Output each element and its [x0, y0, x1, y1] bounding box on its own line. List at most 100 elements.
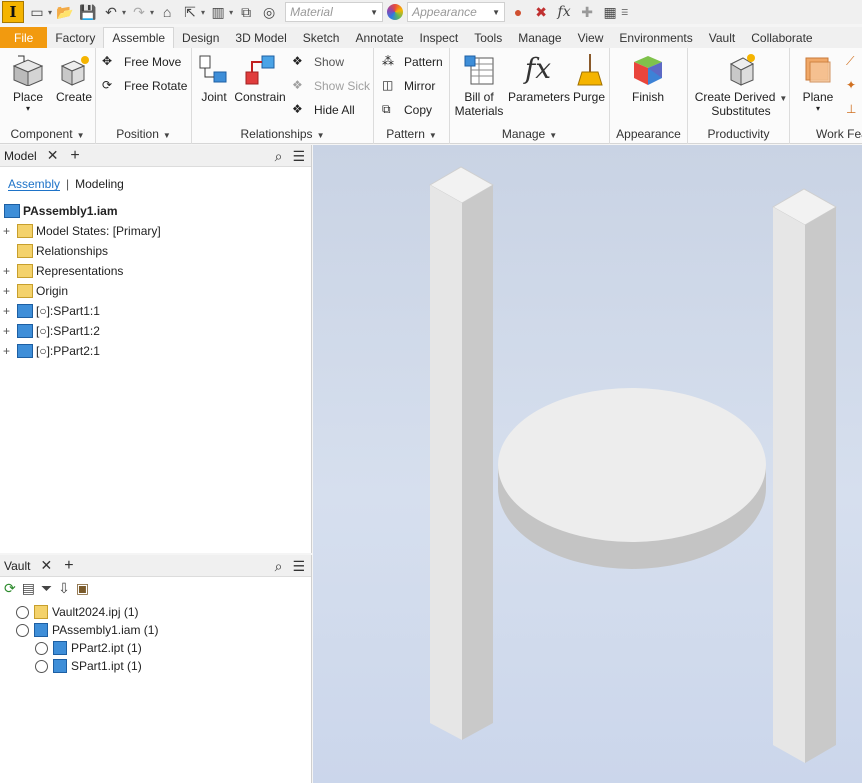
- add-browser-icon[interactable]: +: [70, 147, 79, 165]
- joint-button[interactable]: Joint: [196, 52, 232, 104]
- point-button[interactable]: ✦: [846, 76, 862, 96]
- expand-icon[interactable]: +: [3, 264, 13, 278]
- part-spart1-1[interactable]: [428, 166, 495, 740]
- tab-tools[interactable]: Tools: [466, 27, 510, 48]
- tab-file[interactable]: File: [0, 27, 48, 48]
- tab-sketch[interactable]: Sketch: [295, 27, 348, 48]
- refresh-icon[interactable]: ⟳: [4, 580, 16, 597]
- 3d-viewport[interactable]: [313, 145, 862, 783]
- pattern-panel-title[interactable]: Pattern ▼: [374, 127, 449, 141]
- hide-all-button[interactable]: ❖ Hide All: [292, 100, 355, 120]
- measure-icon[interactable]: ⧉: [236, 2, 256, 22]
- tab-inspect[interactable]: Inspect: [412, 27, 467, 48]
- undo-dropdown-icon[interactable]: ▾: [122, 8, 126, 17]
- customize-dropdown-icon[interactable]: ☰: [621, 8, 628, 17]
- model-tab-label[interactable]: Model: [4, 149, 37, 163]
- home-icon[interactable]: ⌂: [157, 2, 177, 22]
- tree-item-spart1-1[interactable]: + [○]:SPart1:1: [0, 301, 100, 321]
- redo-icon[interactable]: ↷: [129, 2, 149, 22]
- tree-item-relationships[interactable]: Relationships: [0, 241, 108, 261]
- save-icon[interactable]: 💾: [78, 2, 98, 22]
- tab-assemble[interactable]: Assemble: [103, 27, 175, 48]
- close-icon[interactable]: ✕: [47, 147, 59, 164]
- close-icon[interactable]: ✕: [40, 557, 52, 574]
- tree-item-model-states[interactable]: + Model States: [Primary]: [0, 221, 161, 241]
- component-panel-title[interactable]: Component ▼: [0, 127, 95, 141]
- search-icon[interactable]: ⌕: [275, 148, 283, 165]
- update-icon[interactable]: ▥: [208, 2, 228, 22]
- free-move-button[interactable]: ✥ Free Move: [102, 52, 181, 72]
- vault-list-icon[interactable]: ▤: [22, 580, 35, 597]
- ucs-button[interactable]: ⊥: [846, 100, 862, 120]
- fx-parameters-icon[interactable]: fx: [554, 2, 574, 22]
- bill-of-materials-button[interactable]: Bill of Materials: [454, 52, 504, 118]
- pattern-button[interactable]: ⁂ Pattern: [382, 52, 443, 72]
- update-dropdown-icon[interactable]: ▾: [229, 8, 233, 17]
- free-rotate-button[interactable]: ⟳ Free Rotate: [102, 76, 187, 96]
- plus-icon[interactable]: ✚: [577, 2, 597, 22]
- tab-3d-model[interactable]: 3D Model: [227, 27, 294, 48]
- menu-icon[interactable]: ☰: [292, 558, 305, 575]
- purge-button[interactable]: Purge: [572, 52, 606, 104]
- part-ppart2-1[interactable]: [498, 388, 766, 569]
- place-button[interactable]: Place ▾: [6, 52, 50, 113]
- axis-button[interactable]: ⟋: [846, 52, 862, 72]
- adjust-appearance-icon[interactable]: ●: [508, 2, 528, 22]
- filter-icon[interactable]: ⏷: [41, 580, 52, 597]
- expand-icon[interactable]: +: [3, 304, 13, 318]
- check-in-icon[interactable]: ⇩: [58, 580, 70, 597]
- tree-item-spart1-2[interactable]: + [○]:SPart1:2: [0, 321, 100, 341]
- undo-icon[interactable]: ↶: [101, 2, 121, 22]
- expand-icon[interactable]: +: [3, 284, 13, 298]
- redo-dropdown-icon[interactable]: ▾: [150, 8, 154, 17]
- select-dropdown-icon[interactable]: ▾: [201, 8, 205, 17]
- copy-button[interactable]: ⧉ Copy: [382, 100, 432, 120]
- search-icon[interactable]: ⌕: [275, 558, 283, 575]
- relationships-panel-title[interactable]: Relationships ▼: [192, 127, 373, 141]
- tree-item-ppart2-1[interactable]: + [○]:PPart2:1: [0, 341, 100, 361]
- position-panel-title[interactable]: Position ▼: [96, 127, 191, 141]
- new-dropdown-icon[interactable]: ▾: [48, 8, 52, 17]
- tree-item-origin[interactable]: + Origin: [0, 281, 68, 301]
- vault-item-ppart2[interactable]: PPart2.ipt (1): [35, 639, 142, 657]
- tab-factory[interactable]: Factory: [47, 27, 103, 48]
- tab-view[interactable]: View: [570, 27, 612, 48]
- vault-tab-label[interactable]: Vault: [4, 559, 30, 573]
- select-icon[interactable]: ⇱: [180, 2, 200, 22]
- show-button[interactable]: ❖ Show: [292, 52, 344, 72]
- mirror-button[interactable]: ◫ Mirror: [382, 76, 435, 96]
- tab-collaborate[interactable]: Collaborate: [743, 27, 820, 48]
- new-file-icon[interactable]: ▭: [27, 2, 47, 22]
- add-browser-icon[interactable]: +: [64, 557, 73, 575]
- create-derived-substitutes-button[interactable]: Create Derived ▼ Substitutes: [694, 52, 788, 118]
- vault-item-spart1[interactable]: SPart1.ipt (1): [35, 657, 142, 675]
- parameters-button[interactable]: fx Parameters: [508, 52, 570, 104]
- clipboard-icon[interactable]: ▣: [76, 580, 89, 597]
- clear-appearance-icon[interactable]: ✖: [531, 2, 551, 22]
- tree-item-assembly-root[interactable]: PAssembly1.iam: [0, 201, 118, 221]
- inventor-logo-icon[interactable]: I: [2, 1, 24, 23]
- tab-annotate[interactable]: Annotate: [347, 27, 411, 48]
- part-spart1-2[interactable]: [771, 188, 838, 763]
- vault-item-project[interactable]: Vault2024.ipj (1): [16, 603, 139, 621]
- material-dropdown[interactable]: Material ▼: [285, 2, 384, 22]
- open-folder-icon[interactable]: 📂: [55, 2, 75, 22]
- tab-environments[interactable]: Environments: [611, 27, 700, 48]
- tab-design[interactable]: Design: [174, 27, 227, 48]
- show-sick-button[interactable]: ❖ Show Sick: [292, 76, 370, 96]
- appearance-color-icon[interactable]: [387, 4, 404, 20]
- expand-icon[interactable]: +: [3, 324, 13, 338]
- plane-button[interactable]: Plane ▾: [798, 52, 838, 113]
- vault-item-assembly[interactable]: PAssembly1.iam (1): [16, 621, 158, 639]
- work-features-panel-title[interactable]: Work Fea: [816, 127, 862, 141]
- expand-icon[interactable]: +: [3, 344, 13, 358]
- manage-panel-title[interactable]: Manage ▼: [450, 127, 609, 141]
- constrain-button[interactable]: Constrain: [234, 52, 286, 104]
- finish-button[interactable]: Finish: [626, 52, 670, 104]
- menu-icon[interactable]: ☰: [292, 148, 305, 165]
- create-button[interactable]: Create: [52, 52, 96, 104]
- subtab-assembly[interactable]: Assembly: [8, 177, 61, 191]
- tab-vault[interactable]: Vault: [701, 27, 743, 48]
- toolbar-options-icon[interactable]: ▦: [600, 2, 620, 22]
- tab-manage[interactable]: Manage: [510, 27, 569, 48]
